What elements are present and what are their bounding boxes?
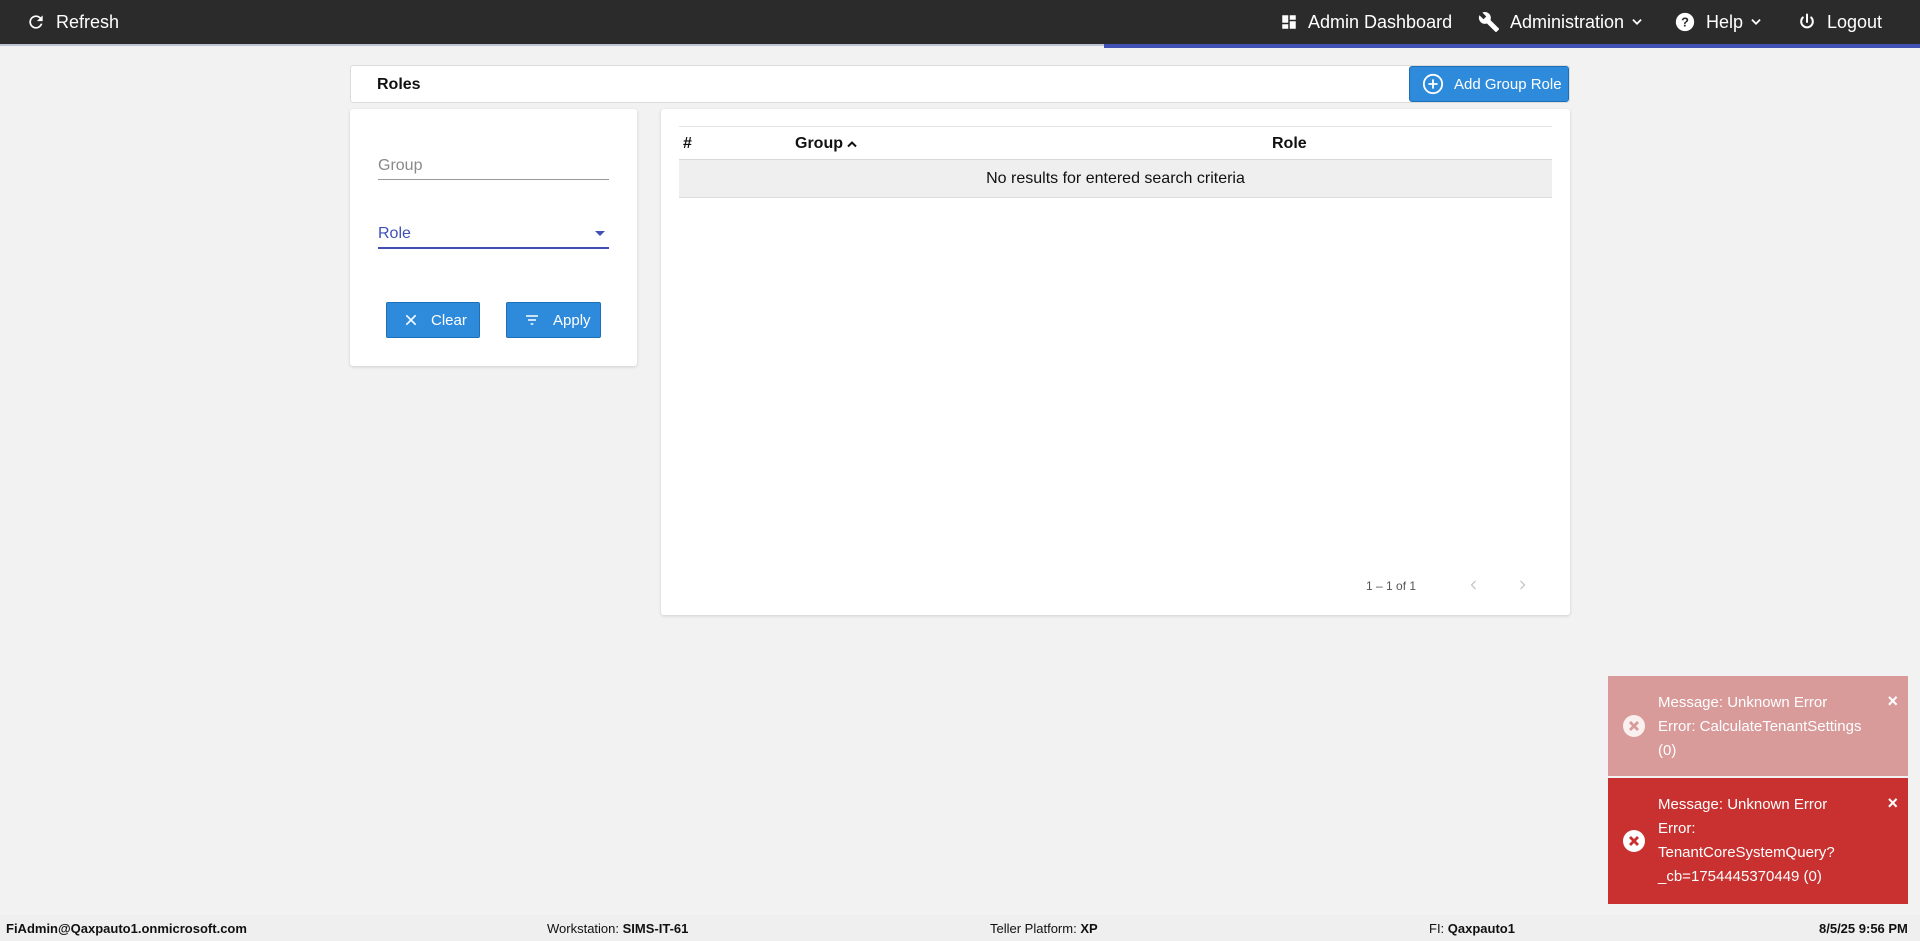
add-group-role-button[interactable]: Add Group Role xyxy=(1409,66,1569,102)
group-field xyxy=(378,153,609,183)
dropdown-arrow-icon xyxy=(595,231,605,236)
column-header-group[interactable]: Group xyxy=(795,135,859,153)
table-header-row: # Group Role xyxy=(679,126,1552,160)
logout-label: Logout xyxy=(1827,11,1883,32)
toast-message: Message: Unknown Error Error: CalculateT… xyxy=(1658,691,1868,763)
clear-button[interactable]: Clear xyxy=(386,302,480,338)
group-input[interactable] xyxy=(378,153,609,180)
error-circle-icon xyxy=(1623,830,1645,852)
admin-dashboard-link[interactable]: Admin Dashboard xyxy=(1280,0,1452,44)
footer-fi: FI: Qaxpauto1 xyxy=(1429,921,1515,936)
help-menu[interactable]: ? Help xyxy=(1674,0,1763,44)
footer-datetime: 8/5/25 9:56 PM xyxy=(1819,921,1908,936)
column-header-group-label: Group xyxy=(795,135,843,152)
footer-platform: Teller Platform: XP xyxy=(990,921,1098,936)
toast-message-line: Error: CalculateTenantSettings xyxy=(1658,718,1862,735)
empty-results-row: No results for entered search criteria xyxy=(679,160,1552,198)
footer-user-value: FiAdmin@Qaxpauto1.onmicrosoft.com xyxy=(6,921,247,936)
toast-message-line: Error: xyxy=(1658,820,1696,837)
toast-message-line: _cb=1754445370449 (0) xyxy=(1658,868,1822,885)
sort-ascending-icon xyxy=(847,140,857,147)
wrench-icon xyxy=(1478,12,1500,33)
chevron-down-icon xyxy=(1632,19,1642,25)
error-toast: Message: Unknown Error Error: CalculateT… xyxy=(1608,676,1908,776)
add-group-role-label: Add Group Role xyxy=(1454,75,1562,93)
toast-close-button[interactable]: × xyxy=(1887,689,1898,713)
top-navigation-bar: Refresh Admin Dashboard Administration ?… xyxy=(0,0,1920,48)
status-footer: FiAdmin@Qaxpauto1.onmicrosoft.com Workst… xyxy=(0,915,1920,941)
clear-label: Clear xyxy=(431,311,467,329)
roles-header-card: Roles xyxy=(350,65,1570,103)
admin-dashboard-label: Admin Dashboard xyxy=(1308,11,1453,32)
toast-close-button[interactable]: × xyxy=(1887,791,1898,815)
help-icon: ? xyxy=(1675,12,1695,32)
filter-panel: Role Clear Apply xyxy=(350,109,637,366)
role-select[interactable]: Role xyxy=(378,219,609,249)
dashboard-icon xyxy=(1282,15,1296,29)
administration-label: Administration xyxy=(1510,11,1625,32)
apply-label: Apply xyxy=(553,311,591,329)
toast-message-line: TenantCoreSystemQuery? xyxy=(1658,844,1835,861)
footer-workstation: Workstation: SIMS-IT-61 xyxy=(547,921,688,936)
empty-results-message: No results for entered search criteria xyxy=(986,169,1245,187)
close-icon xyxy=(405,314,417,326)
refresh-icon xyxy=(29,15,43,29)
toast-message: Message: Unknown Error Error: TenantCore… xyxy=(1658,793,1868,889)
apply-button[interactable]: Apply xyxy=(506,302,601,338)
svg-text:?: ? xyxy=(1681,15,1689,30)
footer-platform-value: XP xyxy=(1080,921,1098,936)
help-label: Help xyxy=(1706,11,1744,32)
column-header-role[interactable]: Role xyxy=(1272,135,1307,153)
toast-message-line: Message: Unknown Error xyxy=(1658,796,1828,813)
error-toast: Message: Unknown Error Error: TenantCore… xyxy=(1608,778,1908,904)
column-header-number[interactable]: # xyxy=(683,135,692,153)
footer-datetime-value: 8/5/25 9:56 PM xyxy=(1819,921,1908,936)
footer-fi-label: FI: xyxy=(1429,921,1445,936)
footer-user: FiAdmin@Qaxpauto1.onmicrosoft.com xyxy=(6,921,247,936)
refresh-label: Refresh xyxy=(56,11,120,32)
administration-menu[interactable]: Administration xyxy=(1478,0,1644,44)
filter-icon xyxy=(526,315,538,325)
refresh-button[interactable]: Refresh xyxy=(26,0,119,44)
power-icon xyxy=(1800,13,1814,29)
topbar-accent-bar xyxy=(1104,44,1920,48)
footer-workstation-label: Workstation: xyxy=(547,921,620,936)
footer-platform-label: Teller Platform: xyxy=(990,921,1077,936)
topbar-underline xyxy=(0,44,1104,46)
footer-fi-value: Qaxpauto1 xyxy=(1447,921,1515,936)
add-circle-icon xyxy=(1422,73,1444,95)
roles-table-card: # Group Role No results for entered sear… xyxy=(661,109,1570,615)
toast-message-line: (0) xyxy=(1658,742,1677,759)
toast-message-line: Message: Unknown Error xyxy=(1658,694,1828,711)
pagination-range: 1 – 1 of 1 xyxy=(1366,579,1417,593)
footer-workstation-value: SIMS-IT-61 xyxy=(622,921,689,936)
previous-page-button[interactable] xyxy=(1462,573,1486,597)
chevron-right-icon xyxy=(1520,580,1526,590)
logout-button[interactable]: Logout xyxy=(1797,0,1882,44)
next-page-button[interactable] xyxy=(1510,573,1534,597)
chevron-down-icon xyxy=(1751,19,1761,25)
error-circle-icon xyxy=(1623,715,1645,737)
role-select-label: Role xyxy=(378,225,411,242)
chevron-left-icon xyxy=(1470,580,1476,590)
page-title: Roles xyxy=(377,76,421,93)
